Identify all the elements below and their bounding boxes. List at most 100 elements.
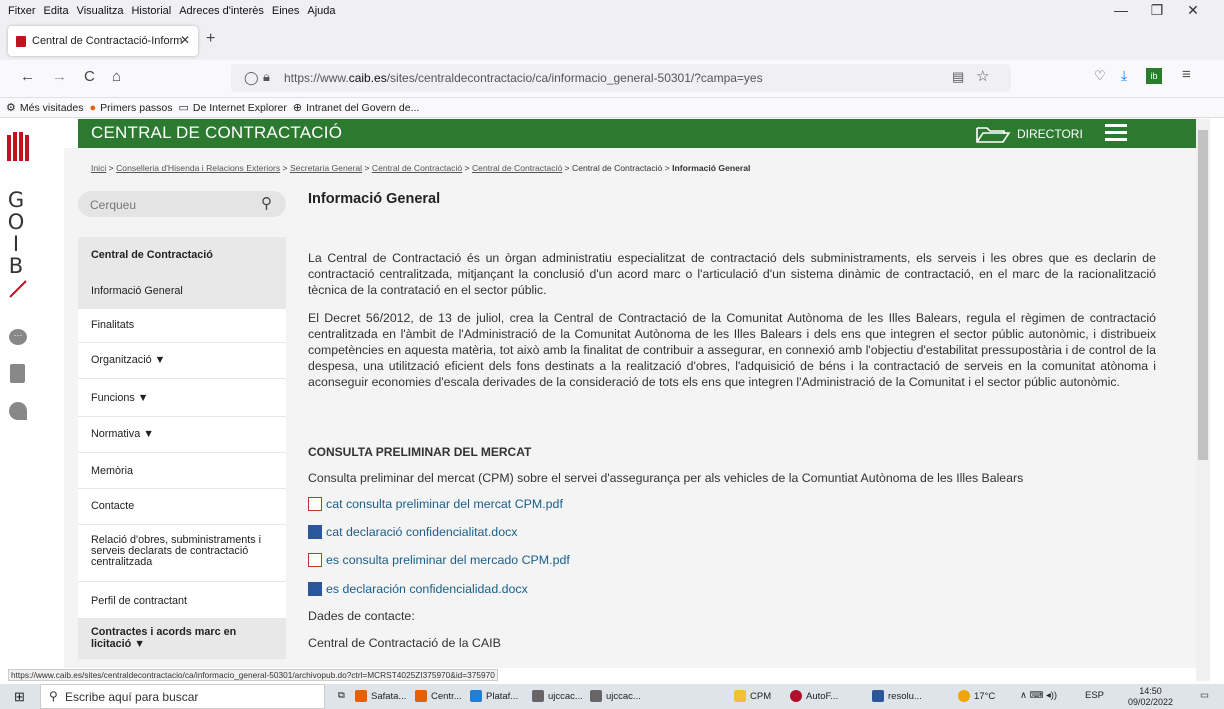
menu-visualitza[interactable]: Visualitza: [77, 5, 124, 17]
pocket-icon[interactable]: ♡: [1094, 68, 1106, 84]
breadcrumb-item[interactable]: Central de Contractació: [572, 163, 662, 173]
directori-button[interactable]: DIRECTORI: [975, 124, 1083, 144]
intro-paragraph: La Central de Contractació és un òrgan a…: [308, 251, 1156, 297]
firefox-icon: [415, 690, 427, 702]
notifications-icon[interactable]: ▭: [1200, 690, 1209, 701]
bookmark-ie-folder[interactable]: ▭ De Internet Explorer: [179, 101, 287, 115]
breadcrumb-item[interactable]: Secretaria General: [290, 163, 362, 173]
doc-link-cat-declaracio-docx[interactable]: cat declaració confidencialitat.docx: [308, 525, 517, 539]
system-tray-icons[interactable]: ∧ ⌨ ◂)): [1020, 690, 1057, 701]
taskbar-app-autof[interactable]: AutoF...: [790, 690, 838, 702]
shield-icon[interactable]: ◯: [244, 70, 259, 86]
site-title[interactable]: CENTRAL DE CONTRACTACIÓ: [91, 123, 342, 143]
taskbar-app-safata[interactable]: Safata...: [355, 690, 406, 702]
task-view-icon[interactable]: ⧉: [338, 690, 345, 701]
section-description: Consulta preliminar del mercat (CPM) sob…: [308, 471, 1024, 485]
breadcrumb-item[interactable]: Conselleria d'Hisenda i Relacions Exteri…: [116, 163, 280, 173]
sidebar-item-organitzacio[interactable]: Organització ▼: [78, 343, 286, 379]
pdf-icon: [308, 553, 322, 567]
close-window-button[interactable]: ✕: [1176, 2, 1210, 20]
weather-widget[interactable]: 17°C: [958, 690, 995, 702]
goib-logo-icon: [7, 132, 29, 161]
bookmark-getting-started[interactable]: ● Primers passos: [89, 102, 172, 114]
windows-start-icon[interactable]: ⊞: [14, 689, 25, 705]
bookmark-star-icon[interactable]: ☆: [976, 67, 989, 85]
reader-view-icon[interactable]: ▤: [952, 69, 964, 85]
goib-letter: G: [7, 188, 25, 212]
clipboard-icon[interactable]: [10, 364, 25, 383]
app-menu-icon[interactable]: ≡: [1182, 66, 1191, 83]
taskbar-clock[interactable]: 14:50 09/02/2022: [1128, 686, 1173, 708]
extension-icon[interactable]: ib: [1146, 68, 1162, 84]
sidebar-nav: Central de Contractació Informació Gener…: [78, 237, 286, 659]
reload-button[interactable]: C: [84, 68, 95, 85]
slash-icon: [9, 280, 27, 298]
breadcrumb-item[interactable]: Inici: [91, 163, 106, 173]
goib-letter: O: [7, 210, 25, 234]
word-icon: [308, 525, 322, 539]
tool-icon[interactable]: [9, 402, 27, 420]
url-text[interactable]: https://www.caib.es/sites/centraldecontr…: [284, 71, 763, 85]
sidebar-item-central[interactable]: Central de Contractació: [78, 237, 286, 275]
sidebar-item-relacio[interactable]: Relació d'obres, subministraments i serv…: [78, 525, 286, 582]
chat-icon[interactable]: ···: [9, 329, 27, 345]
new-tab-button[interactable]: +: [206, 30, 215, 48]
taskbar-app-cpm[interactable]: CPM: [734, 690, 771, 702]
breadcrumb-separator: >: [280, 163, 290, 173]
sidebar-item-normativa[interactable]: Normativa ▼: [78, 417, 286, 453]
sun-icon: [958, 690, 970, 702]
sidebar-item-informacio-general[interactable]: Informació General: [78, 275, 286, 309]
hamburger-menu-icon[interactable]: [1105, 124, 1127, 142]
decret-paragraph: El Decret 56/2012, de 13 de juliol, crea…: [308, 311, 1156, 389]
menu-eines[interactable]: Eines: [272, 5, 300, 17]
doc-link-es-cpm-pdf[interactable]: es consulta preliminar del mercado CPM.p…: [308, 553, 570, 567]
bookmark-most-visited[interactable]: ⚙ Més visitades: [6, 101, 83, 115]
search-icon[interactable]: ⚲: [261, 194, 272, 212]
browser-tab[interactable]: Central de Contractació-Inform ✕: [8, 26, 198, 56]
restore-button[interactable]: ❐: [1140, 2, 1174, 20]
search-icon: ⚲: [49, 689, 58, 703]
breadcrumb-item[interactable]: Central de Contractació: [372, 163, 462, 173]
back-button[interactable]: ←: [20, 68, 35, 85]
menu-fitxer[interactable]: Fitxer: [8, 5, 36, 17]
contact-label: Dades de contacte:: [308, 609, 415, 623]
breadcrumb-item[interactable]: Central de Contractació: [472, 163, 562, 173]
doc-link-es-declaracion-docx[interactable]: es declaración confidencialidad.docx: [308, 582, 528, 596]
taskbar-search-input[interactable]: ⚲ Escribe aquí para buscar: [40, 684, 325, 709]
forward-button[interactable]: →: [52, 68, 67, 85]
taskbar-app-plataf[interactable]: Plataf...: [470, 690, 518, 702]
globe-icon: ⊕: [292, 102, 303, 114]
close-tab-icon[interactable]: ✕: [180, 33, 190, 47]
home-button[interactable]: ⌂: [112, 68, 121, 85]
sidebar-item-contractes[interactable]: Contractes i acords marc en licitació ▼: [78, 619, 286, 659]
lock-icon[interactable]: 🔒︎: [263, 69, 270, 85]
section-heading: CONSULTA PRELIMINAR DEL MERCAT: [308, 445, 532, 459]
language-indicator[interactable]: ESP: [1085, 690, 1104, 701]
menu-historial[interactable]: Historial: [131, 5, 171, 17]
doc-link-cat-cpm-pdf[interactable]: cat consulta preliminar del mercat CPM.p…: [308, 497, 563, 511]
taskbar-app-centr[interactable]: Centr...: [415, 690, 462, 702]
bookmark-intranet[interactable]: ⊕ Intranet del Govern de...: [292, 101, 419, 115]
menu-edita[interactable]: Edita: [44, 5, 69, 17]
menu-adreces[interactable]: Adreces d'interès: [179, 5, 264, 17]
sidebar-item-funcions[interactable]: Funcions ▼: [78, 379, 286, 417]
breadcrumb-separator: >: [662, 163, 673, 173]
word-icon: [308, 582, 322, 596]
sidebar-item-finalitats[interactable]: Finalitats: [78, 309, 286, 343]
menu-ajuda[interactable]: Ajuda: [307, 5, 335, 17]
firefox-icon: [355, 690, 367, 702]
status-url: https://www.caib.es/sites/centraldecontr…: [8, 669, 498, 681]
taskbar-app-ujccac-2[interactable]: ujccac...: [590, 690, 641, 702]
contact-name: Central de Contractació de la CAIB: [308, 636, 501, 650]
breadcrumb-separator: >: [106, 163, 117, 173]
sidebar-item-memoria[interactable]: Memòria: [78, 453, 286, 489]
scrollbar-thumb[interactable]: [1198, 130, 1208, 460]
downloads-icon[interactable]: ⤓: [1121, 67, 1127, 84]
search-input[interactable]: Cerqueu ⚲: [78, 191, 286, 217]
network-icon: [590, 690, 602, 702]
taskbar-app-resolu[interactable]: resolu...: [872, 690, 922, 702]
minimize-button[interactable]: —: [1104, 2, 1138, 20]
sidebar-item-perfil[interactable]: Perfil de contractant: [78, 582, 286, 619]
sidebar-item-contacte[interactable]: Contacte: [78, 489, 286, 525]
taskbar-app-ujccac-1[interactable]: ujccac...: [532, 690, 583, 702]
